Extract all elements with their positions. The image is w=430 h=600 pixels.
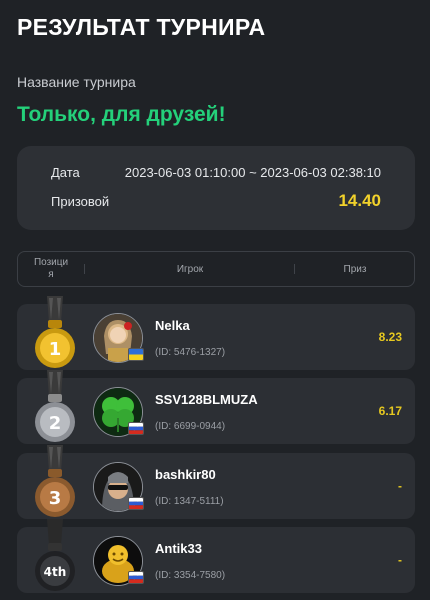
player-name[interactable]: SSV128BLMUZA [155,392,258,407]
prize-pool-value: 14.40 [338,191,381,210]
player-id: (ID: 1347-5111) [155,496,224,507]
fourth-place-medal-icon: 4th [35,519,75,591]
player-prize: 8.23 [378,330,402,344]
result-row[interactable]: 1 Nelka (ID: 5476-1327) 8.23 [17,296,415,370]
header-position: Позиция [33,257,69,280]
result-row[interactable]: 2 SSV128BLMUZA (ID: 6699-0944) 6.17 [17,370,415,444]
russia-flag-icon [128,497,144,510]
prize-pool-label: Призовой [51,194,110,209]
date-label: Дата [51,165,80,180]
svg-text:3: 3 [49,488,62,509]
player-prize: 6.17 [378,404,402,418]
silver-medal-icon: 2 [35,370,75,442]
russia-flag-icon [128,571,144,584]
result-row[interactable]: 3 bashkir80 (ID: 1347-5111) - [17,445,415,519]
tournament-info-card: Дата 2023-06-03 01:10:00 ~ 2023-06-03 02… [17,146,415,230]
player-id: (ID: 5476-1327) [155,347,226,358]
svg-text:4th: 4th [44,565,67,579]
player-prize: - [398,553,402,567]
page-title: РЕЗУЛЬТАТ ТУРНИРА [17,14,266,40]
svg-text:1: 1 [49,339,62,360]
player-prize: - [398,479,402,493]
result-row[interactable]: 4th Antik33 (ID: 3354-7580) - [17,519,415,593]
russia-flag-icon [128,422,144,435]
bronze-medal-icon: 3 [35,445,75,517]
date-value: 2023-06-03 01:10:00 ~ 2023-06-03 02:38:1… [124,165,381,180]
gold-medal-icon: 1 [35,296,75,368]
tournament-name: Только, для друзей! [17,103,226,126]
player-id: (ID: 3354-7580) [155,570,226,581]
player-id: (ID: 6699-0944) [155,421,226,432]
results-table-header: Позиция Игрок Приз [17,251,415,287]
ukraine-flag-icon [128,348,144,361]
header-player: Игрок [176,263,204,275]
header-prize: Приз [343,263,367,275]
player-name[interactable]: bashkir80 [155,467,216,482]
player-name[interactable]: Antik33 [155,541,202,556]
tournament-name-label: Название турнира [17,74,136,90]
svg-text:2: 2 [49,413,62,434]
player-name[interactable]: Nelka [155,318,190,333]
